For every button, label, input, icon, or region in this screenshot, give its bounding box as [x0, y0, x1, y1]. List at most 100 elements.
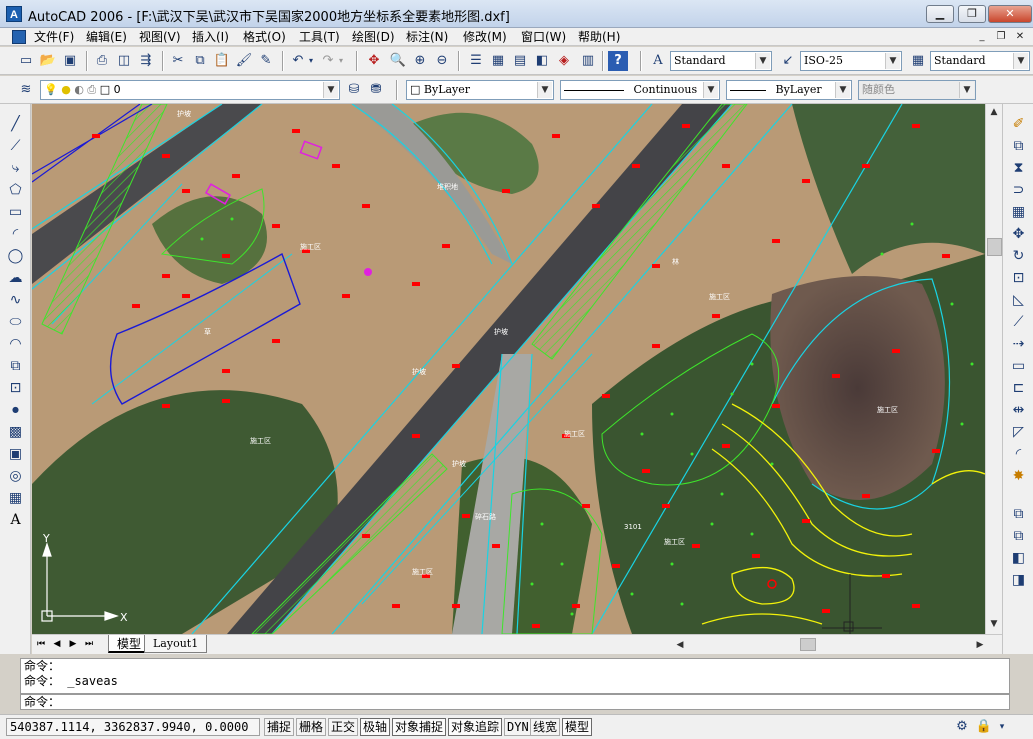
ellipse-icon[interactable]: ⬭ [5, 312, 26, 332]
menu-insert[interactable]: 插入(I) [189, 29, 232, 45]
redo-icon[interactable]: ↷ [318, 51, 338, 71]
drawing-canvas[interactable]: 护坡 堆积地 施工区 林 护坡 草 施工区 施工区 施工区 护坡 施工区 施工区… [32, 104, 985, 634]
circle-icon[interactable]: ◯ [5, 246, 26, 266]
design-center-icon[interactable]: ▦ [488, 51, 508, 71]
help-icon[interactable]: ? [608, 51, 628, 71]
command-input[interactable]: 命令： [20, 694, 1010, 710]
join-icon[interactable]: ⇹ [1008, 400, 1029, 420]
menu-file[interactable]: 文件(F) [31, 29, 77, 45]
block-editor-icon[interactable]: ✎ [256, 51, 276, 71]
insert-block-icon[interactable]: ⧉ [5, 356, 26, 376]
erase-icon[interactable]: ✐ [1008, 114, 1029, 134]
properties-icon[interactable]: ☰ [466, 51, 486, 71]
chevron-down-icon[interactable]: ▼ [885, 53, 900, 69]
layer-manager-icon[interactable]: ≋ [16, 80, 36, 100]
autocad-app-icon[interactable]: A [6, 6, 22, 22]
dim-style-select[interactable]: ISO-25 ▼ [800, 51, 902, 71]
menu-modify[interactable]: 修改(M) [460, 29, 510, 45]
offset-icon[interactable]: ⊃ [1008, 180, 1029, 200]
rotate-icon[interactable]: ↻ [1008, 246, 1029, 266]
menu-edit[interactable]: 编辑(E) [83, 29, 130, 45]
vertical-scrollbar[interactable]: ▲ ▼ [985, 104, 1002, 634]
scroll-up-icon[interactable]: ▲ [986, 104, 1002, 120]
menu-window[interactable]: 窗口(W) [518, 29, 569, 45]
redo-dropdown-icon[interactable]: ▾ [336, 51, 346, 71]
previous-tab-icon[interactable]: ◀ [50, 637, 64, 652]
multiline-text-icon[interactable]: A [5, 510, 26, 530]
construction-line-icon[interactable]: ⟋ [5, 136, 26, 156]
chevron-down-icon[interactable]: ▼ [835, 82, 850, 98]
zoom-realtime-icon[interactable]: 🔍 [388, 51, 408, 71]
minimize-button[interactable]: ▁ [926, 5, 954, 23]
menu-draw[interactable]: 绘图(D) [349, 29, 398, 45]
gradient-icon[interactable]: ▣ [5, 444, 26, 464]
undo-dropdown-icon[interactable]: ▾ [306, 51, 316, 71]
last-tab-icon[interactable]: ⏭ [82, 637, 96, 652]
vertical-scroll-thumb[interactable] [987, 238, 1002, 256]
paste-icon[interactable]: 📋 [212, 51, 232, 71]
chevron-down-icon[interactable]: ▼ [755, 53, 770, 69]
next-tab-icon[interactable]: ▶ [66, 637, 80, 652]
new-icon[interactable]: ▭ [16, 51, 36, 71]
osnap-toggle[interactable]: 对象捕捉 [392, 718, 447, 736]
dyn-toggle[interactable]: DYN [504, 718, 532, 736]
hatch-icon[interactable]: ▩ [5, 422, 26, 442]
zoom-window-icon[interactable]: ⊕ [410, 51, 430, 71]
model-space-toggle[interactable]: 模型 [562, 718, 593, 736]
move-icon[interactable]: ✥ [1008, 224, 1029, 244]
copy-object-icon[interactable]: ⧉ [1008, 136, 1029, 156]
zoom-previous-icon[interactable]: ⊖ [432, 51, 452, 71]
ellipse-arc-icon[interactable]: ◠ [5, 334, 26, 354]
chevron-down-icon[interactable]: ▼ [703, 82, 718, 98]
otrack-toggle[interactable]: 对象追踪 [448, 718, 503, 736]
polygon-icon[interactable]: ⬠ [5, 180, 26, 200]
copy-icon[interactable]: ⧉ [190, 51, 210, 71]
plot-preview-icon[interactable]: ◫ [114, 51, 134, 71]
tab-layout1[interactable]: Layout1 [144, 635, 208, 653]
toolbar-lock-icon[interactable]: 🔒 [974, 717, 994, 737]
explode-icon[interactable]: ✸ [1008, 466, 1029, 486]
close-button[interactable]: ✕ [988, 5, 1032, 23]
color-select[interactable]: □ ByLayer ▼ [406, 80, 554, 100]
dim-style-icon[interactable]: ↙ [778, 51, 798, 71]
restore-button[interactable]: ❐ [958, 5, 986, 23]
fillet-icon[interactable]: ◜ [1008, 444, 1029, 464]
grid-toggle[interactable]: 栅格 [296, 718, 327, 736]
linetype-select[interactable]: Continuous ▼ [560, 80, 720, 100]
point-icon[interactable]: ● [5, 400, 26, 420]
polyline-icon[interactable]: ⤷ [5, 158, 26, 178]
save-icon[interactable]: ▣ [60, 51, 80, 71]
revision-cloud-icon[interactable]: ☁ [5, 268, 26, 288]
publish-icon[interactable]: ⇶ [136, 51, 156, 71]
draw-order-back-icon[interactable]: ⧉ [1008, 526, 1029, 546]
polar-toggle[interactable]: 极轴 [360, 718, 391, 736]
layer-previous-icon[interactable]: ⛃ [366, 80, 386, 100]
menu-tools[interactable]: 工具(T) [296, 29, 343, 45]
scale-icon[interactable]: ⊡ [1008, 268, 1029, 288]
ortho-toggle[interactable]: 正交 [328, 718, 359, 736]
extend-icon[interactable]: ⇢ [1008, 334, 1029, 354]
arc-icon[interactable]: ◜ [5, 224, 26, 244]
chevron-down-icon[interactable]: ▼ [537, 82, 552, 98]
make-block-icon[interactable]: ⊡ [5, 378, 26, 398]
line-icon[interactable]: ╱ [5, 114, 26, 134]
break-at-point-icon[interactable]: ▭ [1008, 356, 1029, 376]
document-icon[interactable] [12, 30, 26, 44]
spline-icon[interactable]: ∿ [5, 290, 26, 310]
text-style-icon[interactable]: A [648, 51, 668, 71]
lineweight-toggle[interactable]: 线宽 [530, 718, 561, 736]
status-menu-icon[interactable]: ▾ [996, 717, 1008, 737]
text-style-select[interactable]: Standard ▼ [670, 51, 772, 71]
trim-icon[interactable]: ⟋ [1008, 312, 1029, 332]
open-icon[interactable]: 📂 [38, 51, 58, 71]
make-layer-current-icon[interactable]: ⛁ [344, 80, 364, 100]
cut-icon[interactable]: ✂ [168, 51, 188, 71]
chevron-down-icon[interactable]: ▼ [1013, 53, 1028, 69]
first-tab-icon[interactable]: ⏮ [34, 637, 48, 652]
drawing-area[interactable]: 护坡 堆积地 施工区 林 护坡 草 施工区 施工区 施工区 护坡 施工区 施工区… [32, 104, 985, 634]
draw-order-above-icon[interactable]: ◧ [1008, 548, 1029, 568]
menu-help[interactable]: 帮助(H) [575, 29, 623, 45]
communication-center-icon[interactable]: ⚙ [952, 717, 972, 737]
chamfer-icon[interactable]: ◸ [1008, 422, 1029, 442]
draw-order-front-icon[interactable]: ⧉ [1008, 504, 1029, 524]
